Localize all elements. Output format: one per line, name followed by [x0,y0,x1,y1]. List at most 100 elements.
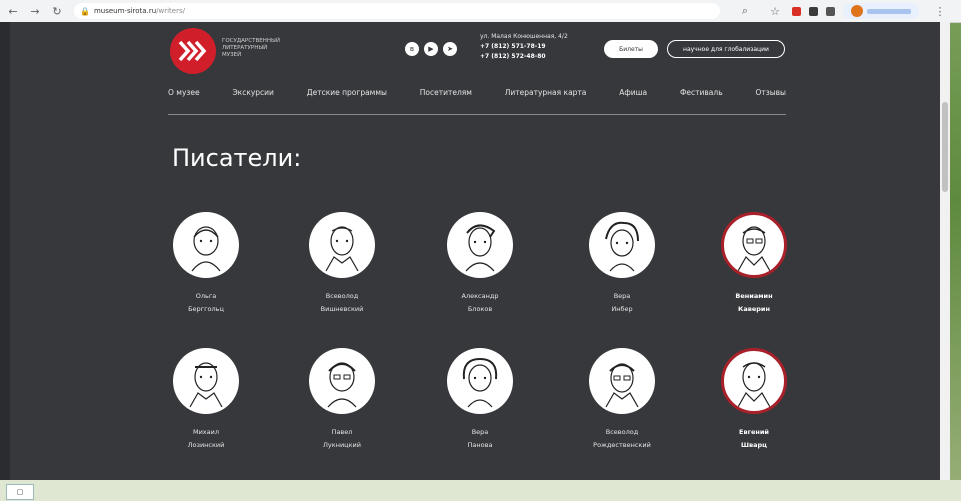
youtube-icon[interactable]: ▶ [424,42,438,56]
phone-link[interactable]: +7 (812) 571-78-19 [480,42,568,52]
telegram-icon[interactable]: ➤ [443,42,457,56]
writer-first-name: Михаил [192,428,220,436]
portrait-sketch-icon [737,226,771,272]
writer-portrait [721,212,787,278]
back-icon[interactable]: ← [4,2,22,20]
star-icon[interactable]: ☆ [766,2,784,20]
writer-card[interactable]: Евгений Шварц [699,348,809,452]
tickets-button[interactable]: Билеты [604,40,658,58]
writer-name: Павел Лукницкий [287,426,397,452]
writer-card[interactable]: Вера Инбер [567,212,677,316]
writer-portrait [173,212,239,278]
writer-portrait [447,348,513,414]
social-links: в ▶ ➤ [405,42,457,56]
menu-item-reviews[interactable]: Отзывы [755,88,786,97]
page-viewport: ГОСУДАРСТВЕННЫЙ ЛИТЕРАТУРНЫЙ МУЗЕЙ в ▶ ➤… [10,22,950,480]
writer-name: Евгений Шварц [699,426,809,452]
extension-icon[interactable] [792,6,801,16]
taskbar-window-icon[interactable]: ▢ [6,484,34,500]
writer-card[interactable]: Павел Лукницкий [287,348,397,452]
writer-last-name: Блоков [467,305,493,313]
menu-item-visitors[interactable]: Посетителям [420,88,472,97]
url-host: museum-sirota.ru [93,7,157,15]
writer-last-name: Рождественский [593,441,651,449]
menu-item-about[interactable]: О музее [168,88,200,97]
writer-last-name: Лукницкий [323,441,361,449]
contact-info: ул. Малая Конюшенная, 4/2 +7 (812) 571-7… [480,32,568,62]
profile-button[interactable] [843,3,919,19]
extension-icon[interactable] [809,6,818,16]
writer-card[interactable]: Михаил Лозинский [151,348,261,452]
vk-icon[interactable]: в [405,42,419,56]
browser-toolbar: ← → ↻ 🔒 museum-sirota.ru /writers/ ⌕ ☆ ⋮ [0,0,961,23]
address-bar[interactable]: 🔒 museum-sirota.ru /writers/ [74,3,720,19]
phone-link[interactable]: +7 (812) 572-48-80 [480,52,568,62]
main-menu: О музее Экскурсии Детские программы Посе… [168,88,786,97]
writer-last-name: Лозинский [187,441,225,449]
scrollbar-thumb[interactable] [942,102,948,192]
extension-icon[interactable] [826,6,835,16]
secondary-header-button[interactable]: научное для глобализации [667,40,785,58]
writer-first-name: Вениамин [735,292,773,300]
writer-portrait [309,348,375,414]
writer-portrait [721,348,787,414]
desktop-strip: ▢ [0,480,961,501]
zoom-icon[interactable]: ⌕ [736,2,754,20]
writer-name: Вера Панова [425,426,535,452]
reload-icon[interactable]: ↻ [48,2,66,20]
writer-portrait [589,348,655,414]
writer-card[interactable]: Ольга Берггольц [151,212,261,316]
menu-item-kids[interactable]: Детские программы [307,88,387,97]
menu-item-afisha[interactable]: Афиша [619,88,647,97]
menu-item-literary-map[interactable]: Литературная карта [505,88,587,97]
page-left-edge [0,22,10,480]
portrait-sketch-icon [737,362,771,408]
writer-last-name: Каверин [738,305,770,313]
portrait-sketch-icon [605,363,639,408]
logo-line: МУЗЕЙ [222,52,242,58]
writer-first-name: Вера [613,292,631,300]
portrait-sketch-icon [605,221,639,272]
writer-card[interactable]: Вениамин Каверин [699,212,809,316]
writer-card[interactable]: Всеволод Рождественский [567,348,677,452]
writer-first-name: Александр [461,292,499,300]
writer-name: Всеволод Вишневский [287,290,397,316]
writer-last-name: Вишневский [320,305,364,313]
menu-dots-icon[interactable]: ⋮ [931,2,949,20]
writer-card[interactable]: Вера Панова [425,348,535,452]
writer-portrait [309,212,375,278]
menu-divider [168,114,786,115]
writer-first-name: Всеволод [605,428,639,436]
portrait-sketch-icon [327,362,357,408]
page-scrollbar[interactable] [940,22,950,480]
portrait-sketch-icon [462,357,498,408]
menu-item-excursions[interactable]: Экскурсии [232,88,274,97]
writer-name: Александр Блоков [425,290,535,316]
avatar [851,5,863,17]
portrait-sketch-icon [189,362,223,408]
museum-logo[interactable] [170,28,216,74]
logo-line: ЛИТЕРАТУРНЫЙ [222,45,268,51]
writer-first-name: Всеволод [325,292,359,300]
writer-card[interactable]: Всеволод Вишневский [287,212,397,316]
forward-icon[interactable]: → [26,2,44,20]
url-path: /writers/ [156,7,185,15]
writer-card[interactable]: Александр Блоков [425,212,535,316]
writer-name: Ольга Берггольц [151,290,261,316]
writer-portrait [173,348,239,414]
writer-first-name: Ольга [195,292,217,300]
writer-last-name: Панова [467,441,493,449]
writer-portrait [447,212,513,278]
portrait-sketch-icon [191,226,221,272]
writer-first-name: Вера [471,428,489,436]
menu-item-festival[interactable]: Фестиваль [680,88,723,97]
writer-name: Вера Инбер [567,290,677,316]
lock-icon: 🔒 [80,6,90,16]
writer-first-name: Павел [331,428,353,436]
writer-portrait [589,212,655,278]
address-text: ул. Малая Конюшенная, 4/2 [480,33,568,40]
museum-name: ГОСУДАРСТВЕННЫЙ ЛИТЕРАТУРНЫЙ МУЗЕЙ [222,38,292,59]
logo-icon [178,40,207,62]
writer-last-name: Берггольц [188,305,224,313]
page-title: Писатели: [172,144,302,172]
